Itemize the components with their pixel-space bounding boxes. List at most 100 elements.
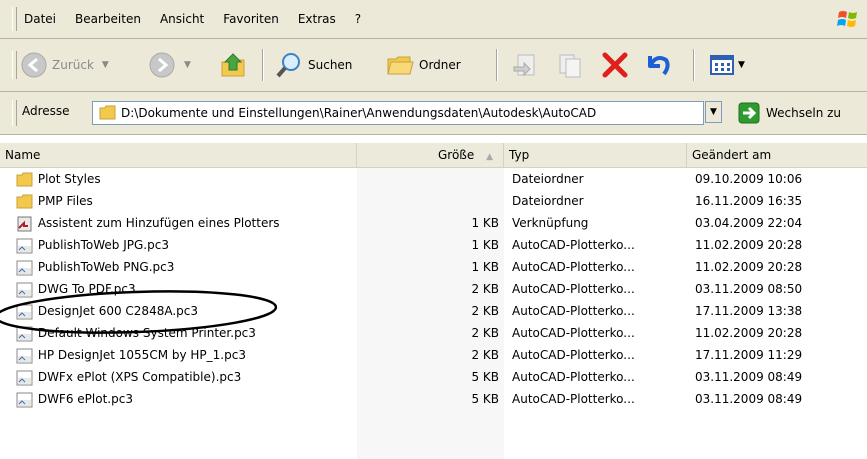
up-folder-icon (221, 53, 245, 77)
folders-button[interactable]: Ordner (385, 39, 461, 91)
folder-icon (16, 194, 33, 208)
views-dropdown-icon[interactable]: ▼ (738, 60, 745, 70)
address-field[interactable]: D:\Dokumente und Einstellungen\Rainer\An… (92, 101, 704, 125)
list-item[interactable]: HP DesignJet 1055CM by HP_1.pc3 2 KB Aut… (0, 344, 867, 366)
forward-dropdown-icon[interactable]: ▼ (184, 60, 191, 70)
up-folder-button[interactable] (218, 39, 248, 91)
file-type: AutoCAD-Plotterko... (512, 238, 635, 252)
column-header-name[interactable]: Name (0, 143, 357, 167)
file-modified: 17.11.2009 13:38 (695, 304, 803, 318)
go-button[interactable]: Wechseln zu (738, 101, 841, 125)
copy-to-button[interactable] (556, 39, 584, 91)
file-type: AutoCAD-Plotterko... (512, 282, 635, 296)
move-to-icon (513, 54, 535, 77)
file-type: AutoCAD-Plotterko... (512, 348, 635, 362)
folders-label: Ordner (419, 58, 461, 72)
list-item[interactable]: DWFx ePlot (XPS Compatible).pc3 5 KB Aut… (0, 366, 867, 388)
file-name-cell: HP DesignJet 1055CM by HP_1.pc3 (16, 344, 246, 366)
search-label: Suchen (308, 58, 353, 72)
file-name: PublishToWeb JPG.pc3 (37, 238, 169, 252)
menu-datei[interactable]: Datei (24, 12, 56, 26)
file-list: Name Größe ▲ Typ Geändert am Plot Styles… (0, 136, 867, 459)
file-modified: 03.11.2009 08:49 (695, 392, 803, 406)
file-type: AutoCAD-Plotterko... (512, 260, 635, 274)
delete-icon (602, 52, 628, 78)
views-grid-icon (710, 55, 734, 75)
file-size: 1 KB (471, 260, 499, 274)
column-header-size[interactable]: Größe ▲ (357, 143, 504, 167)
list-item[interactable]: PMP Files Dateiordner 16.11.2009 16:35 (0, 190, 867, 212)
menu-bearbeiten[interactable]: Bearbeiten (75, 12, 141, 26)
file-size: 2 KB (471, 304, 499, 318)
back-button[interactable]: Zurück ▼ (20, 39, 109, 91)
file-name: PMP Files (37, 194, 93, 208)
file-size: 1 KB (471, 216, 499, 230)
address-label: Adresse (22, 104, 70, 118)
pc3-file-icon (16, 392, 33, 407)
file-name-cell: PublishToWeb PNG.pc3 (16, 256, 174, 278)
file-name: Plot Styles (37, 172, 101, 186)
column-name-label: Name (5, 148, 41, 162)
undo-icon (648, 56, 670, 76)
back-label: Zurück (52, 58, 94, 72)
folder-icon (99, 105, 116, 120)
address-bar: Adresse D:\Dokumente und Einstellungen\R… (0, 92, 867, 135)
column-header-type[interactable]: Typ (504, 143, 687, 167)
column-type-label: Typ (509, 148, 530, 162)
file-name: DWF6 ePlot.pc3 (37, 392, 133, 406)
folders-icon (387, 56, 414, 75)
annotation-ellipse (0, 290, 278, 334)
file-modified: 11.02.2009 20:28 (695, 326, 803, 340)
file-type: Verknüpfung (512, 216, 589, 230)
shortcut-icon (17, 216, 32, 231)
forward-button[interactable]: ▼ (148, 39, 191, 91)
toolbar-separator-2 (496, 49, 498, 81)
file-name-cell: DWFx ePlot (XPS Compatible).pc3 (16, 366, 241, 388)
file-modified: 03.04.2009 22:04 (695, 216, 803, 230)
toolbar-grip (12, 51, 17, 79)
search-icon (276, 53, 300, 78)
sort-ascending-icon: ▲ (486, 152, 493, 162)
toolbar-separator-3 (693, 49, 695, 81)
menu-ansicht[interactable]: Ansicht (160, 12, 204, 26)
undo-button[interactable] (642, 39, 672, 91)
address-path: D:\Dokumente und Einstellungen\Rainer\An… (121, 106, 597, 120)
list-item[interactable]: PublishToWeb PNG.pc3 1 KB AutoCAD-Plotte… (0, 256, 867, 278)
list-item[interactable]: PublishToWeb JPG.pc3 1 KB AutoCAD-Plotte… (0, 234, 867, 256)
file-size: 2 KB (471, 348, 499, 362)
pc3-file-icon (16, 260, 33, 275)
file-type: AutoCAD-Plotterko... (512, 392, 635, 406)
file-size (357, 168, 499, 190)
menu-items: Datei Bearbeiten Ansicht Favoriten Extra… (24, 0, 380, 38)
back-dropdown-icon[interactable]: ▼ (102, 60, 109, 70)
address-dropdown-button[interactable]: ▼ (705, 101, 722, 123)
menu-extras[interactable]: Extras (298, 12, 336, 26)
address-grip (12, 100, 17, 126)
move-to-button[interactable] (512, 39, 540, 91)
pc3-file-icon (16, 238, 33, 253)
menu-help[interactable]: ? (355, 12, 361, 26)
back-arrow-icon (21, 52, 47, 78)
menu-bar: Datei Bearbeiten Ansicht Favoriten Extra… (0, 0, 867, 39)
file-type: AutoCAD-Plotterko... (512, 370, 635, 384)
file-modified: 17.11.2009 11:29 (695, 348, 803, 362)
file-modified: 03.11.2009 08:50 (695, 282, 803, 296)
search-button[interactable]: Suchen (274, 39, 352, 91)
menu-favoriten[interactable]: Favoriten (223, 12, 279, 26)
file-modified: 11.02.2009 20:28 (695, 238, 803, 252)
file-name: Assistent zum Hinzufügen eines Plotters (37, 216, 280, 230)
file-type: Dateiordner (512, 172, 584, 186)
file-name: HP DesignJet 1055CM by HP_1.pc3 (37, 348, 246, 362)
list-item[interactable]: Plot Styles Dateiordner 09.10.2009 10:06 (0, 168, 867, 190)
list-item[interactable]: DWF6 ePlot.pc3 5 KB AutoCAD-Plotterko...… (0, 388, 867, 410)
column-header-modified[interactable]: Geändert am (687, 143, 867, 167)
file-name-cell: DWF6 ePlot.pc3 (16, 388, 133, 410)
file-size: 2 KB (471, 282, 499, 296)
file-name: PublishToWeb PNG.pc3 (37, 260, 175, 274)
list-item[interactable]: Assistent zum Hinzufügen eines Plotters … (0, 212, 867, 234)
delete-button[interactable] (600, 39, 630, 91)
views-button[interactable]: ▼ (708, 39, 745, 91)
file-size (357, 190, 499, 212)
file-modified: 09.10.2009 10:06 (695, 172, 803, 186)
file-modified: 11.02.2009 20:28 (695, 260, 803, 274)
